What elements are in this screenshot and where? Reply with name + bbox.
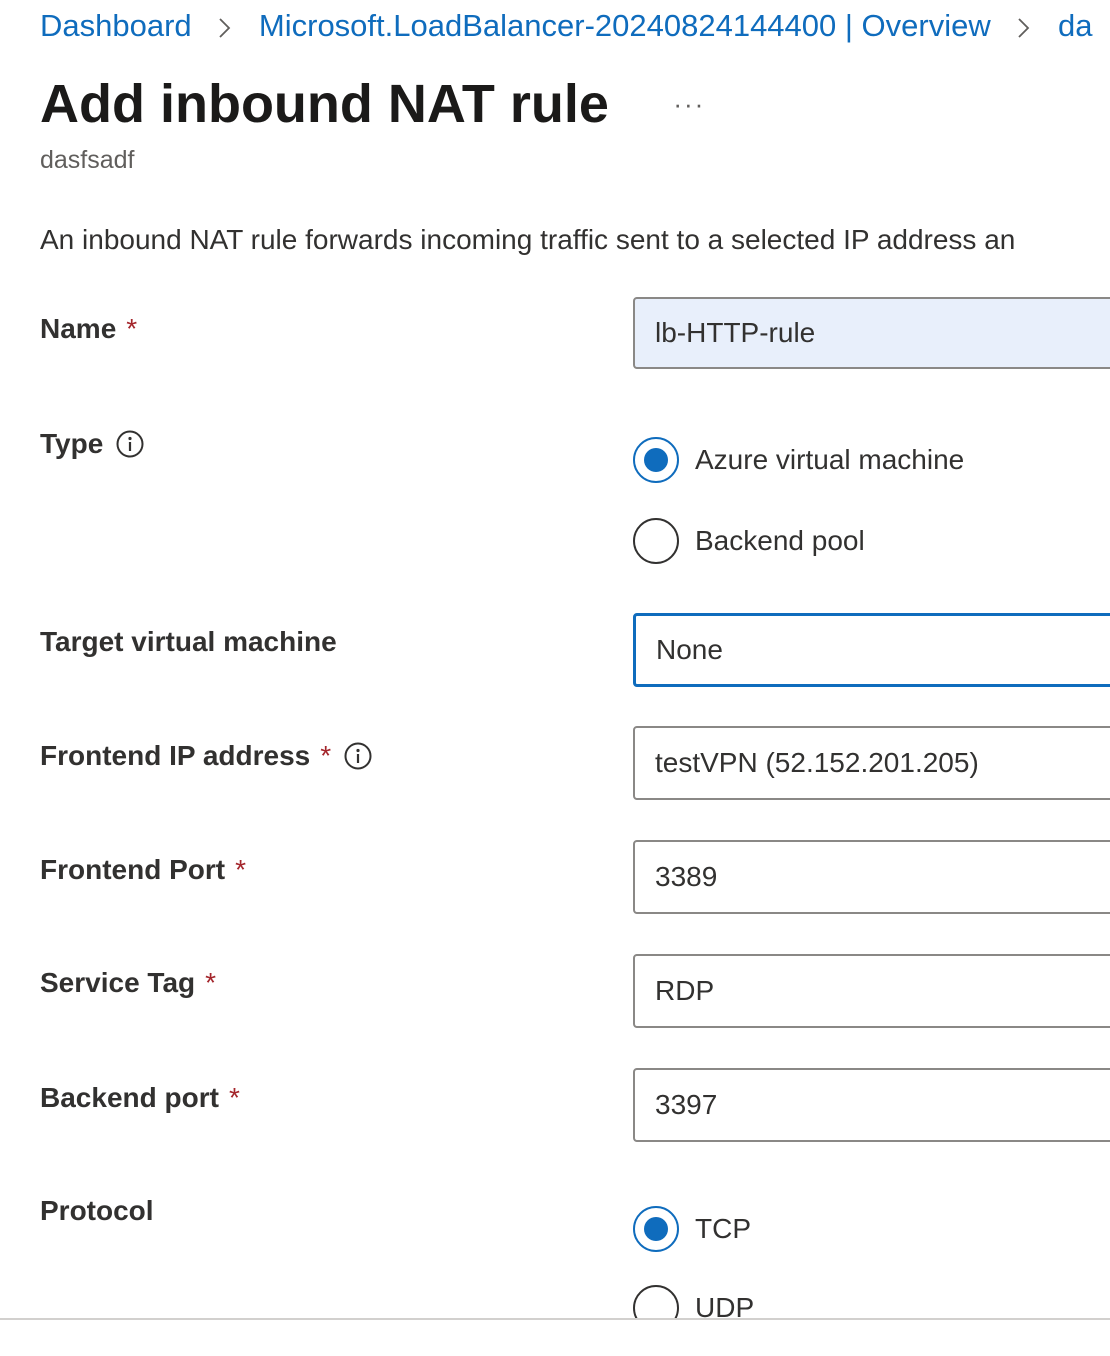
service-tag-label-text: Service Tag [40, 967, 196, 998]
radio-udp[interactable]: UDP [633, 1285, 754, 1318]
breadcrumb-resource[interactable]: da [1058, 8, 1092, 43]
info-icon[interactable] [115, 429, 145, 459]
blade-content: Dashboard Microsoft.LoadBalancer-2024082… [0, 0, 1110, 1318]
radio-dot [644, 448, 668, 472]
frontend-port-label-text: Frontend Port [40, 854, 226, 885]
frontend-port-label: Frontend Port * [40, 854, 246, 886]
backend-port-label-text: Backend port [40, 1082, 219, 1113]
type-label-text: Type [40, 428, 104, 459]
required-asterisk: * [228, 1082, 240, 1113]
radio-backend-pool[interactable]: Backend pool [633, 518, 865, 564]
radio-azure-virtual-machine[interactable]: Azure virtual machine [633, 437, 964, 483]
frontend-port-input[interactable]: 3389 [633, 840, 1110, 914]
chevron-right-icon [1017, 17, 1031, 39]
target-vm-value: None [656, 634, 723, 665]
breadcrumb: Dashboard Microsoft.LoadBalancer-2024082… [40, 6, 1092, 46]
frontend-ip-label: Frontend IP address * [40, 740, 373, 772]
frontend-ip-value: testVPN (52.152.201.205) [655, 747, 979, 778]
page-subtitle: dasfsadf [40, 146, 135, 174]
name-input-value: lb-HTTP-rule [655, 317, 816, 348]
info-icon[interactable] [343, 741, 373, 771]
name-input[interactable]: lb-HTTP-rule [633, 297, 1110, 369]
name-label: Name * [40, 313, 137, 345]
radio-button-unchecked[interactable] [633, 1285, 679, 1318]
chevron-right-icon [218, 17, 232, 39]
radio-dot [644, 1217, 668, 1241]
breadcrumb-load-balancer-overview[interactable]: Microsoft.LoadBalancer-20240824144400 | … [259, 8, 991, 43]
type-label: Type [40, 428, 145, 460]
page-description: An inbound NAT rule forwards incoming tr… [40, 224, 1016, 255]
radio-button-checked[interactable] [633, 437, 679, 483]
service-tag-label: Service Tag * [40, 967, 216, 999]
title-row: Add inbound NAT rule ··· [40, 70, 705, 138]
backend-port-value: 3397 [655, 1089, 718, 1120]
more-options-button[interactable]: ··· [673, 89, 705, 119]
required-asterisk: * [205, 967, 217, 998]
protocol-label-text: Protocol [40, 1195, 154, 1226]
radio-label-tcp: TCP [695, 1213, 751, 1244]
name-label-text: Name [40, 313, 117, 344]
radio-label-backend-pool: Backend pool [695, 525, 865, 556]
breadcrumb-dashboard[interactable]: Dashboard [40, 8, 192, 43]
radio-label-azure-vm: Azure virtual machine [695, 444, 965, 475]
service-tag-dropdown[interactable]: RDP [633, 954, 1110, 1028]
service-tag-value: RDP [655, 975, 715, 1006]
backend-port-label: Backend port * [40, 1082, 240, 1114]
target-vm-label: Target virtual machine [40, 626, 337, 658]
page-title: Add inbound NAT rule [40, 74, 609, 134]
radio-button-checked[interactable] [633, 1206, 679, 1252]
radio-label-udp: UDP [695, 1292, 755, 1318]
frontend-ip-dropdown[interactable]: testVPN (52.152.201.205) [633, 726, 1110, 800]
frontend-port-value: 3389 [655, 861, 718, 892]
protocol-label: Protocol [40, 1195, 154, 1227]
required-asterisk: * [320, 740, 332, 771]
frontend-ip-label-text: Frontend IP address [40, 740, 311, 771]
required-asterisk: * [126, 313, 138, 344]
footer-divider [0, 1318, 1110, 1320]
radio-button-unchecked[interactable] [633, 518, 679, 564]
radio-tcp[interactable]: TCP [633, 1206, 751, 1252]
backend-port-input[interactable]: 3397 [633, 1068, 1110, 1142]
target-vm-label-text: Target virtual machine [40, 626, 337, 657]
required-asterisk: * [235, 854, 246, 885]
target-vm-dropdown[interactable]: None [633, 613, 1110, 687]
